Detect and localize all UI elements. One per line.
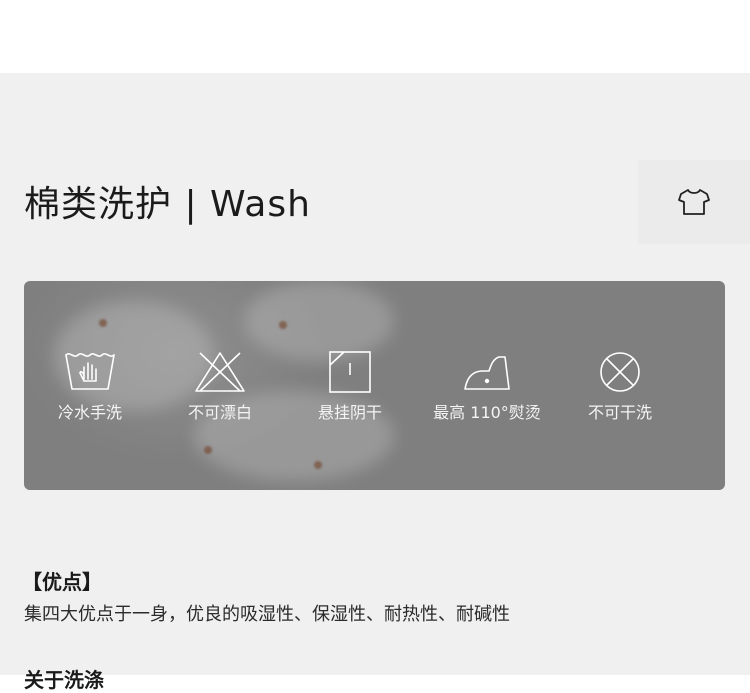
care-label-iron-110: 最高 110°熨烫 <box>433 403 541 422</box>
cotton-seed-3 <box>204 446 212 454</box>
iron-110-icon <box>464 356 510 390</box>
care-item-no-bleach: 不可漂白 <box>160 349 280 423</box>
care-item-hang-dry-shade: 悬挂阴干 <box>290 349 410 423</box>
tshirt-badge[interactable] <box>638 160 750 244</box>
care-instructions-card: 冷水手洗 不可漂白 悬挂阴干 最高 110°熨烫 不可干洗 <box>24 281 725 490</box>
cotton-seed-1 <box>99 319 107 327</box>
no-dry-clean-icon <box>600 352 640 392</box>
care-label-cold-hand-wash: 冷水手洗 <box>57 403 122 422</box>
advantages-text: 集四大优点于一身，优良的吸湿性、保湿性、耐热性、耐碱性 <box>24 604 510 625</box>
care-item-iron-110: 最高 110°熨烫 <box>427 349 547 423</box>
tshirt-icon <box>678 189 710 215</box>
care-label-no-dry-clean: 不可干洗 <box>587 403 652 422</box>
advantages-heading: 【优点】 <box>22 570 102 594</box>
care-item-cold-hand-wash: 冷水手洗 <box>30 349 150 423</box>
next-section-heading: 关于洗涤 <box>24 668 104 692</box>
cotton-seed-4 <box>314 461 322 469</box>
cold-wash-icon <box>65 353 115 390</box>
care-label-hang-dry-shade: 悬挂阴干 <box>317 403 382 422</box>
top-white-band <box>0 0 750 73</box>
no-bleach-icon <box>195 352 245 392</box>
cotton-seed-2 <box>279 321 287 329</box>
hang-dry-shade-icon <box>329 351 371 393</box>
page-title: 棉类洗护 | Wash <box>24 184 311 225</box>
care-label-no-bleach: 不可漂白 <box>187 403 252 422</box>
care-item-no-dry-clean: 不可干洗 <box>560 349 680 423</box>
